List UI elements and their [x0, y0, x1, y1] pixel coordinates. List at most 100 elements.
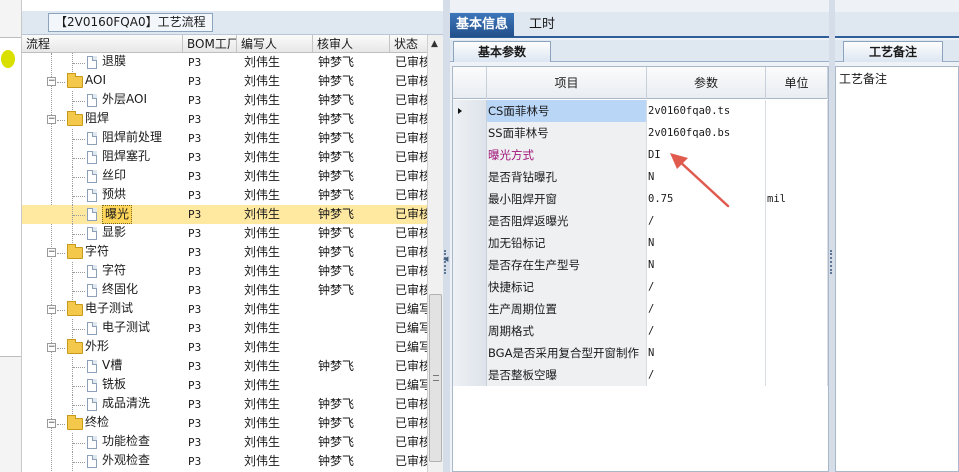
parameter-unit-cell[interactable]: [766, 144, 828, 166]
row-indicator[interactable]: [453, 232, 487, 254]
status-cell: 已审核: [395, 283, 427, 297]
parameter-unit-cell[interactable]: [766, 276, 828, 298]
parameter-row[interactable]: 最小阻焊开窗 0.75 mil: [453, 188, 828, 210]
parameter-unit-cell[interactable]: [766, 320, 828, 342]
tab-basic-info[interactable]: 基本信息: [450, 13, 515, 37]
tree-row[interactable]: 外层AOI P3 刘伟生 钟梦飞 已审核: [22, 91, 427, 110]
column-header-bom-factory[interactable]: BOM工厂: [183, 35, 237, 53]
parameter-value-cell[interactable]: /: [647, 364, 766, 386]
column-header-status[interactable]: 状态: [390, 35, 427, 53]
scroll-up-icon[interactable]: ▲: [431, 39, 438, 49]
tree-row[interactable]: 阻焊塞孔 P3 刘伟生 钟梦飞 已审核: [22, 148, 427, 167]
row-indicator[interactable]: [453, 320, 487, 342]
row-indicator[interactable]: [453, 342, 487, 364]
author-cell: 刘伟生: [244, 74, 281, 88]
parameter-row[interactable]: 快捷标记 /: [453, 276, 828, 298]
collapse-icon[interactable]: −: [47, 77, 56, 86]
row-indicator[interactable]: [453, 276, 487, 298]
parameter-value-cell[interactable]: N: [647, 232, 766, 254]
column-header-item[interactable]: 项目: [487, 67, 647, 99]
tree-row[interactable]: 终固化 P3 刘伟生 钟梦飞 已审核: [22, 281, 427, 300]
row-indicator[interactable]: [453, 100, 487, 122]
parameter-row[interactable]: 周期格式 /: [453, 320, 828, 342]
tree-group-row[interactable]: − 电子测试 P3 刘伟生 已编写: [22, 300, 427, 319]
tree-group-row[interactable]: − 外形 P3 刘伟生 已编写: [22, 338, 427, 357]
parameter-unit-cell[interactable]: mil: [766, 188, 828, 210]
parameter-unit-cell[interactable]: [766, 122, 828, 144]
collapse-icon[interactable]: −: [47, 419, 56, 428]
row-indicator[interactable]: [453, 254, 487, 276]
process-flow-title-tab[interactable]: 【2V0160FQA0】工艺流程: [48, 13, 213, 32]
tree-group-row[interactable]: − 字符 P3 刘伟生 钟梦飞 已审核: [22, 243, 427, 262]
tree-group-row[interactable]: − 阻焊 P3 刘伟生 钟梦飞 已审核: [22, 110, 427, 129]
document-icon: [87, 56, 97, 69]
column-header-flow[interactable]: 流程: [22, 35, 183, 53]
tree-row[interactable]: 电子测试 P3 刘伟生 已编写: [22, 319, 427, 338]
tree-row[interactable]: V槽 P3 刘伟生 钟梦飞 已审核: [22, 357, 427, 376]
parameter-row[interactable]: 生产周期位置 /: [453, 298, 828, 320]
row-indicator[interactable]: [453, 298, 487, 320]
tree-row[interactable]: 丝印 P3 刘伟生 钟梦飞 已审核: [22, 167, 427, 186]
row-indicator[interactable]: [453, 122, 487, 144]
parameter-unit-cell[interactable]: [766, 166, 828, 188]
tree-group-row[interactable]: − 终检 P3 刘伟生 钟梦飞 已审核: [22, 414, 427, 433]
row-indicator[interactable]: [453, 364, 487, 386]
collapse-icon[interactable]: −: [47, 248, 56, 257]
parameter-value-cell[interactable]: /: [647, 320, 766, 342]
parameter-value-cell[interactable]: 2v0160fqa0.ts: [647, 100, 766, 122]
parameter-unit-cell[interactable]: [766, 364, 828, 386]
tree-scrollbar[interactable]: ▲: [427, 35, 443, 472]
parameter-row[interactable]: 是否背钻曝孔 N: [453, 166, 828, 188]
parameter-row[interactable]: SS面菲林号 2v0160fqa0.bs: [453, 122, 828, 144]
tree-row[interactable]: 字符 P3 刘伟生 钟梦飞 已审核: [22, 262, 427, 281]
parameter-unit-cell[interactable]: [766, 210, 828, 232]
tab-work-hours[interactable]: 工时: [523, 13, 561, 37]
tab-process-notes[interactable]: 工艺备注: [843, 41, 943, 62]
row-indicator[interactable]: [453, 166, 487, 188]
tree-row[interactable]: 功能检查 P3 刘伟生 钟梦飞 已审核: [22, 433, 427, 452]
parameter-value-cell[interactable]: N: [647, 342, 766, 364]
parameter-row[interactable]: 是否阻焊返曝光 /: [453, 210, 828, 232]
column-header-unit[interactable]: 单位: [766, 67, 828, 99]
parameter-unit-cell[interactable]: [766, 298, 828, 320]
parameter-row[interactable]: 是否整板空曝 /: [453, 364, 828, 386]
parameter-unit-cell[interactable]: [766, 342, 828, 364]
splitter-left[interactable]: ◀: [443, 0, 450, 472]
parameter-unit-cell[interactable]: [766, 100, 828, 122]
parameter-row[interactable]: 是否存在生产型号 N: [453, 254, 828, 276]
column-header-reviewer[interactable]: 核审人: [313, 35, 390, 53]
row-indicator[interactable]: [453, 144, 487, 166]
parameter-value-cell[interactable]: 2v0160fqa0.bs: [647, 122, 766, 144]
row-indicator[interactable]: [453, 188, 487, 210]
tree-row[interactable]: 退膜 P3 刘伟生 钟梦飞 已审核: [22, 53, 427, 72]
column-header-author[interactable]: 编写人: [237, 35, 313, 53]
parameter-row[interactable]: BGA是否采用复合型开窗制作 N: [453, 342, 828, 364]
collapse-icon[interactable]: −: [47, 343, 56, 352]
tree-row[interactable]: 外观检查 P3 刘伟生 钟梦飞 已审核: [22, 452, 427, 471]
parameter-value-cell[interactable]: /: [647, 298, 766, 320]
parameter-value-cell[interactable]: N: [647, 254, 766, 276]
tab-basic-parameters[interactable]: 基本参数: [453, 41, 551, 62]
parameter-value-cell[interactable]: /: [647, 276, 766, 298]
tree-row[interactable]: 成品清洗 P3 刘伟生 钟梦飞 已审核: [22, 395, 427, 414]
tree-group-row[interactable]: − AOI P3 刘伟生 钟梦飞 已审核: [22, 72, 427, 91]
parameter-row[interactable]: 加无铅标记 N: [453, 232, 828, 254]
collapse-icon[interactable]: −: [47, 115, 56, 124]
parameter-row[interactable]: CS面菲林号 2v0160fqa0.ts: [453, 100, 828, 122]
column-header-param[interactable]: 参数: [647, 67, 766, 99]
tree-row[interactable]: 预烘 P3 刘伟生 钟梦飞 已审核: [22, 186, 427, 205]
splitter-arrow-icon[interactable]: ◀: [443, 255, 448, 263]
tree-row[interactable]: 显影 P3 刘伟生 钟梦飞 已审核: [22, 224, 427, 243]
process-notes-body[interactable]: 工艺备注: [835, 66, 959, 472]
row-indicator[interactable]: [453, 210, 487, 232]
status-cell: 已审核: [395, 74, 427, 88]
parameter-row[interactable]: 曝光方式 DI: [453, 144, 828, 166]
parameter-unit-cell[interactable]: [766, 232, 828, 254]
parameter-value-cell[interactable]: /: [647, 210, 766, 232]
collapse-icon[interactable]: −: [47, 305, 56, 314]
scrollbar-thumb[interactable]: [429, 294, 442, 462]
tree-row[interactable]: 阻焊前处理 P3 刘伟生 钟梦飞 已审核: [22, 129, 427, 148]
parameter-unit-cell[interactable]: [766, 254, 828, 276]
tree-row[interactable]: 曝光 P3 刘伟生 钟梦飞 已审核: [22, 205, 427, 224]
tree-row[interactable]: 铣板 P3 刘伟生 已编写: [22, 376, 427, 395]
